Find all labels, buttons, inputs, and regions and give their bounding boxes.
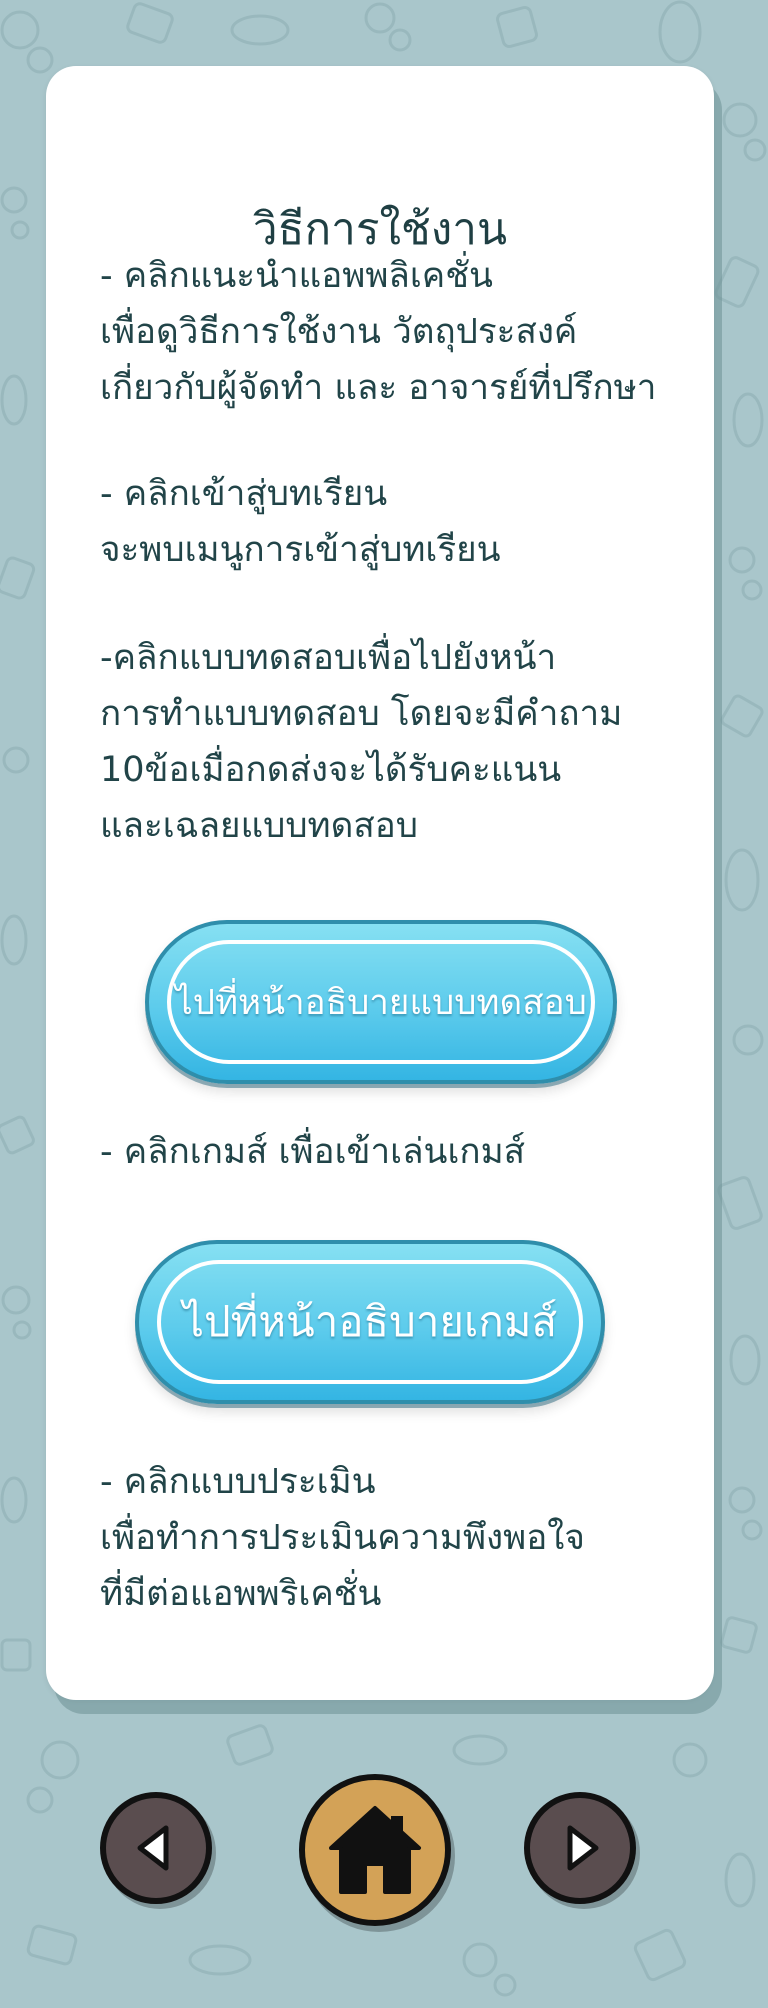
intro-instruction: - คลิกแนะนำแอพพลิเคชั่น เพื่อดูวิธีการใช… xyxy=(100,248,700,416)
instruction-line: เกี่ยวกับผู้จัดทำ และ อาจารย์ที่ปรึกษา xyxy=(100,368,657,408)
quiz-instruction: -คลิกแบบทดสอบเพื่อไปยังหน้า การทำแบบทดสอ… xyxy=(100,630,700,854)
quiz-explain-button[interactable]: ไปที่หน้าอธิบายแบบทดสอบ xyxy=(145,920,617,1084)
instruction-line: จะพบเมนูการเข้าสู่บทเรียน xyxy=(100,530,501,570)
game-instruction: - คลิกเกมส์ เพื่อเข้าเล่นเกมส์ xyxy=(100,1124,700,1180)
lesson-instruction: - คลิกเข้าสู่บทเรียน จะพบเมนูการเข้าสู่บ… xyxy=(100,466,700,578)
previous-button[interactable] xyxy=(100,1792,212,1904)
quiz-explain-button-label: ไปที่หน้าอธิบายแบบทดสอบ xyxy=(167,940,595,1064)
instruction-line: - คลิกเข้าสู่บทเรียน xyxy=(100,474,388,514)
home-button[interactable] xyxy=(299,1774,451,1926)
instruction-line: - คลิกแบบประเมิน xyxy=(100,1462,376,1502)
next-button[interactable] xyxy=(524,1792,636,1904)
arrow-left-icon xyxy=(137,1825,169,1871)
instruction-line: - คลิกแนะนำแอพพลิเคชั่น xyxy=(100,256,493,296)
instruction-line: ที่มีต่อแอพพริเคชั่น xyxy=(100,1574,382,1614)
instruction-line: เพื่อทำการประเมินความพึงพอใจ xyxy=(100,1518,585,1558)
instruction-line: - คลิกเกมส์ เพื่อเข้าเล่นเกมส์ xyxy=(100,1132,526,1172)
instruction-line: 10ข้อเมื่อกดส่งจะได้รับคะแนน xyxy=(100,750,562,790)
evaluation-instruction: - คลิกแบบประเมิน เพื่อทำการประเมินความพึ… xyxy=(100,1454,700,1622)
instruction-line: การทำแบบทดสอบ โดยจะมีคำถาม xyxy=(100,694,623,734)
arrow-right-icon xyxy=(567,1825,599,1871)
instruction-line: และเฉลยแบบทดสอบ xyxy=(100,806,418,846)
instruction-line: -คลิกแบบทดสอบเพื่อไปยังหน้า xyxy=(100,638,557,678)
game-explain-button[interactable]: ไปที่หน้าอธิบายเกมส์ xyxy=(135,1240,605,1404)
home-icon xyxy=(329,1806,421,1894)
game-explain-button-label: ไปที่หน้าอธิบายเกมส์ xyxy=(157,1260,583,1384)
instruction-line: เพื่อดูวิธีการใช้งาน วัตถุประสงค์ xyxy=(100,312,578,352)
